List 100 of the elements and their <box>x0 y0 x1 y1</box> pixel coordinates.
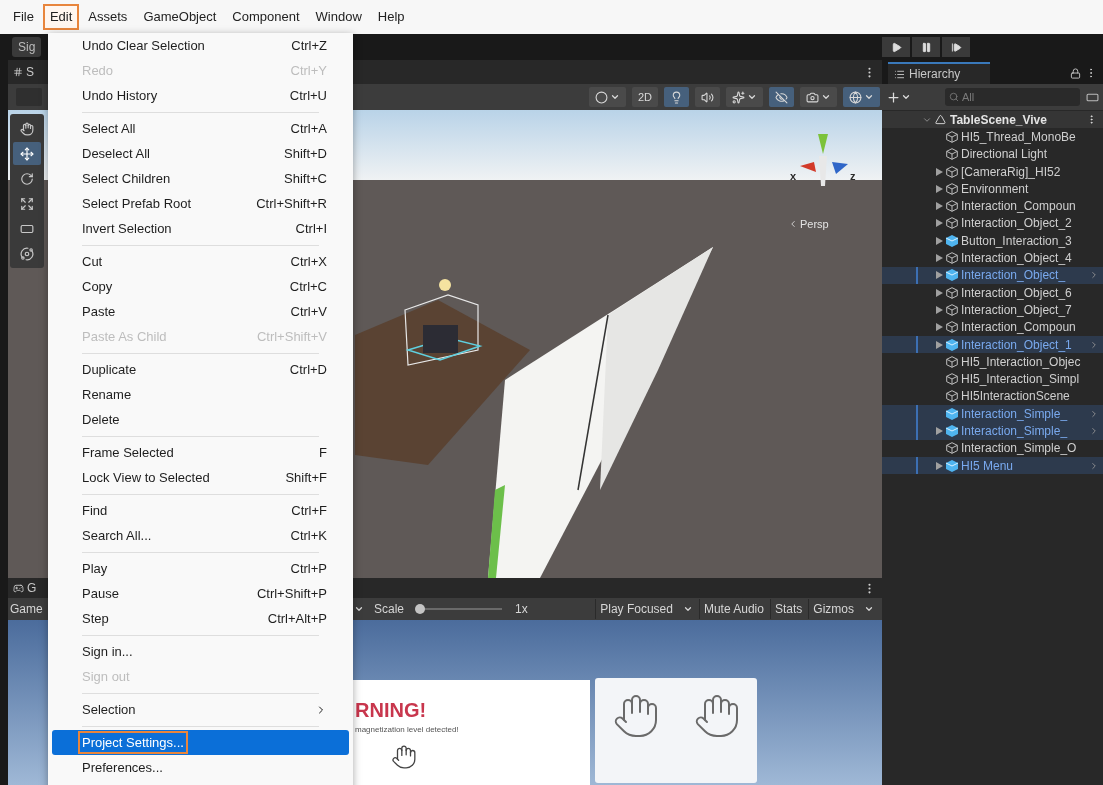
menu-item[interactable]: Pause Ctrl+Shift+P <box>52 581 349 606</box>
transform-tool-icon <box>20 246 34 261</box>
menu-item[interactable]: Deselect All Shift+D <box>52 141 349 166</box>
hierarchy-item[interactable]: HI5 Menu <box>882 456 1103 475</box>
hierarchy-item[interactable]: Interaction_Object_2 <box>882 214 1103 233</box>
play-button[interactable] <box>882 37 910 57</box>
chevron-icon[interactable] <box>1089 408 1099 419</box>
menu-item[interactable]: Rename <box>52 382 349 407</box>
step-icon <box>950 41 962 53</box>
scene-view-button[interactable] <box>695 87 720 107</box>
menu-item[interactable]: Step Ctrl+Alt+P <box>52 606 349 631</box>
menu-item[interactable]: Delete <box>52 407 349 432</box>
menu-item[interactable]: Select Prefab Root Ctrl+Shift+R <box>52 191 349 216</box>
pause-button[interactable] <box>912 37 940 57</box>
hierarchy-item[interactable]: Environment <box>882 180 1103 198</box>
axis-label: x <box>790 169 797 184</box>
game-toolbar-button[interactable]: Mute Audio <box>698 599 768 619</box>
menu-item[interactable]: Invert Selection Ctrl+I <box>52 216 349 241</box>
cube-icon <box>946 182 958 195</box>
menu-item[interactable]: Duplicate Ctrl+D <box>52 357 349 382</box>
menu-item[interactable]: Selection <box>52 697 349 722</box>
hierarchy-item[interactable]: TableScene_Vive <box>882 111 1103 129</box>
hierarchy-item[interactable]: Interaction_Object_6 <box>882 283 1103 302</box>
menu-item[interactable]: Play Ctrl+P <box>52 556 349 581</box>
hierarchy-item[interactable]: HI5InteractionScene <box>882 387 1103 406</box>
hierarchy-item[interactable]: Interaction_Object_1 <box>882 335 1103 354</box>
scene-view-button[interactable] <box>800 87 837 107</box>
scene-view-button[interactable] <box>588 87 626 107</box>
lock-icon[interactable] <box>1070 68 1081 79</box>
chevron-icon[interactable] <box>1089 460 1099 471</box>
menu-item[interactable]: Lock View to Selected Shift+F <box>52 465 349 490</box>
scene-view-button[interactable] <box>664 87 689 107</box>
expand-arrow-icon[interactable] <box>936 254 943 262</box>
chevron-left-icon[interactable] <box>788 219 798 230</box>
menu-bar-item[interactable]: File <box>6 4 41 30</box>
menu-item[interactable]: Find Ctrl+F <box>52 498 349 523</box>
caret-icon <box>821 92 831 102</box>
scene-view-button[interactable]: 2D <box>631 87 658 107</box>
hierarchy-item[interactable]: HI5_Interaction_Objec <box>882 353 1103 371</box>
menu-item[interactable]: Select All Ctrl+A <box>52 116 349 141</box>
menu-bar-item[interactable]: Assets <box>81 4 135 30</box>
menu-bar-item[interactable]: GameObject <box>136 4 224 30</box>
slider-thumb[interactable] <box>415 604 426 614</box>
hierarchy-item[interactable]: [CameraRig]_HI52 <box>882 162 1103 181</box>
chevron-icon[interactable] <box>1089 270 1099 281</box>
chevron-icon[interactable] <box>1089 426 1099 436</box>
hierarchy-item[interactable]: Interaction_Simple_ <box>882 405 1103 423</box>
hierarchy-item[interactable]: Button_Interaction_3 <box>882 232 1103 250</box>
cube-icon <box>946 321 958 334</box>
hierarchy-item[interactable]: Directional Light <box>882 145 1103 163</box>
tool-button[interactable] <box>13 142 41 165</box>
game-toolbar-button[interactable]: Stats <box>769 599 807 619</box>
expand-arrow-icon[interactable] <box>936 427 943 435</box>
shortcut-label: Ctrl+Y <box>290 61 327 80</box>
menu-item[interactable]: Sign in... <box>52 639 349 664</box>
menu-bar-item[interactable]: Help <box>370 4 412 30</box>
cube-icon <box>946 217 958 230</box>
game-toolbar-button[interactable]: Gizmos <box>808 599 878 619</box>
menu-item[interactable]: Frame Selected F <box>52 440 349 465</box>
add-button[interactable] <box>886 89 911 105</box>
scene-view-button[interactable] <box>843 87 880 107</box>
hierarchy-item[interactable]: Interaction_Compoun <box>882 197 1103 215</box>
hierarchy-item[interactable]: Interaction_Object_4 <box>882 249 1103 267</box>
menu-bar-item[interactable]: Edit <box>42 4 80 30</box>
game-tab[interactable]: G <box>10 579 40 597</box>
account-button[interactable]: Sig <box>12 37 42 57</box>
projection-label[interactable]: Persp <box>800 216 829 233</box>
menu-item[interactable]: Undo History Ctrl+U <box>52 83 349 108</box>
scene-view-button[interactable] <box>726 87 763 107</box>
menu-item[interactable]: Search All... Ctrl+K <box>52 523 349 548</box>
step-button[interactable] <box>942 37 970 57</box>
list-icon <box>894 68 905 80</box>
hierarchy-item[interactable]: HI5_Interaction_Simpl <box>882 370 1103 388</box>
menu-item[interactable]: Cut Ctrl+X <box>52 249 349 274</box>
menu-item[interactable]: Undo Clear Selection Ctrl+Z <box>52 33 349 58</box>
hierarchy-item[interactable]: Interaction_Simple_ <box>882 422 1103 440</box>
hierarchy-item[interactable]: Interaction_Simple_O <box>882 439 1103 457</box>
game-toolbar-button[interactable]: Play Focused <box>595 599 697 619</box>
menu-item[interactable]: Project Settings... <box>52 730 349 755</box>
menu-item[interactable]: Copy Ctrl+C <box>52 274 349 299</box>
hierarchy-item[interactable]: HI5_Thread_MonoBe <box>882 128 1103 146</box>
scene-view-button[interactable] <box>769 87 794 107</box>
prefab-cube-icon <box>946 269 958 282</box>
globe-icon <box>849 90 862 104</box>
menu-item[interactable]: Paste Ctrl+V <box>52 299 349 324</box>
hierarchy-item[interactable]: Interaction_Object_ <box>882 266 1103 284</box>
expand-arrow-icon[interactable] <box>936 461 943 470</box>
menu-bar-item[interactable]: Component <box>225 4 307 30</box>
hand-tool-icon <box>20 121 34 136</box>
hierarchy-tab[interactable]: Hierarchy <box>888 62 990 84</box>
hierarchy-item[interactable]: Interaction_Object_7 <box>882 301 1103 319</box>
chevron-icon[interactable] <box>1089 339 1099 350</box>
menu-item[interactable]: Select Children Shift+C <box>52 166 349 191</box>
caret-icon <box>747 92 757 102</box>
menu-bar-item[interactable]: Window <box>308 4 369 30</box>
menu-item[interactable]: Preferences... <box>52 755 349 780</box>
shortcut-label: Ctrl+U <box>289 86 327 105</box>
hierarchy-item[interactable]: Interaction_Compoun <box>882 318 1103 336</box>
scene-tab[interactable]: S <box>10 63 37 81</box>
shortcut-label: Shift+F <box>285 468 327 487</box>
